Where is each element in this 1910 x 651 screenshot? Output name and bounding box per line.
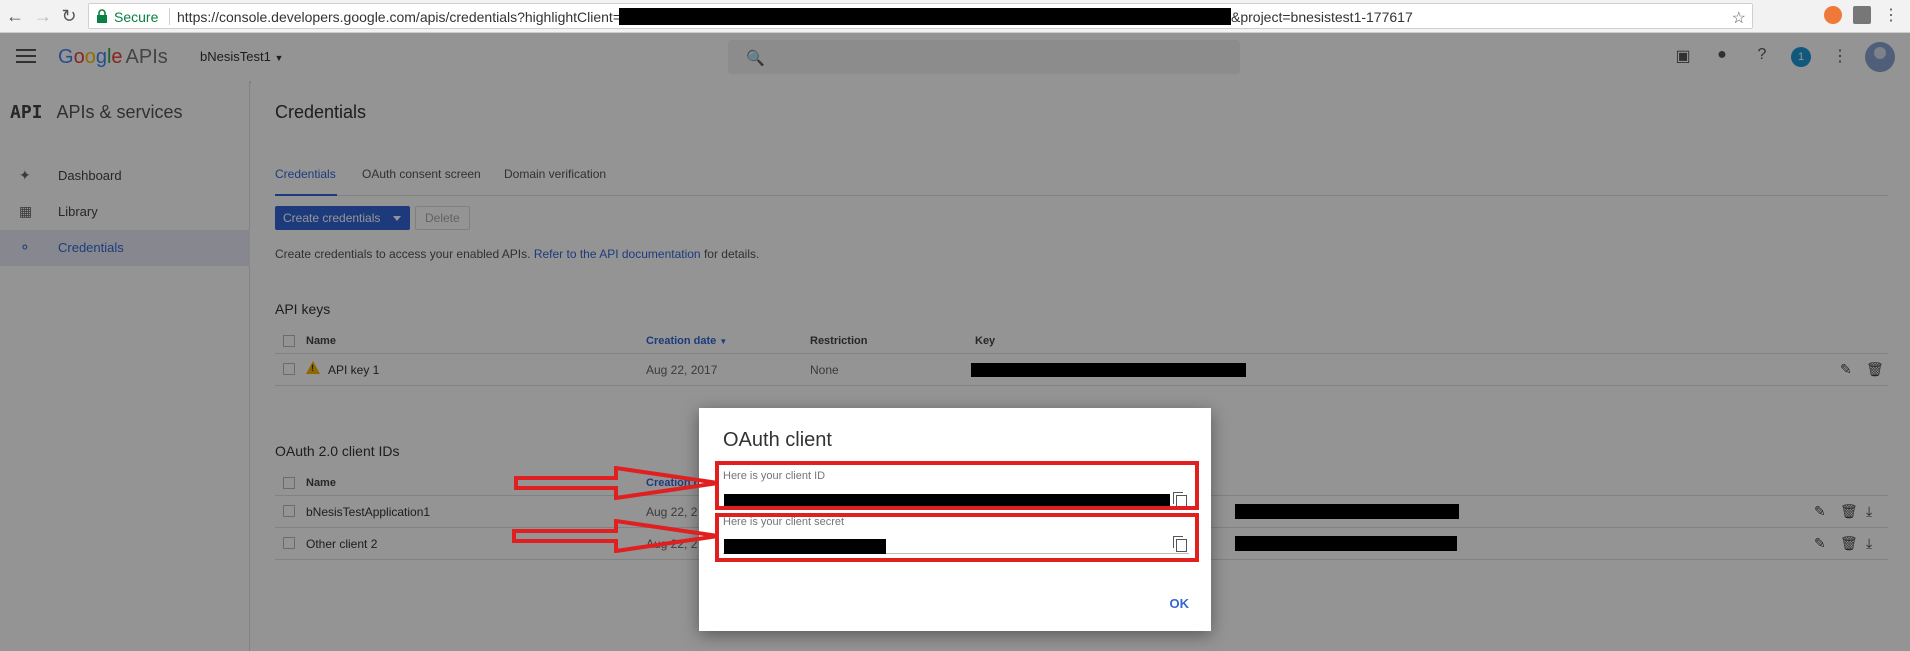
divider [169,8,170,25]
ok-button[interactable]: OK [1170,596,1190,611]
client-secret-highlight [715,513,1199,562]
arrow-icon [512,519,719,553]
extension-icon-2[interactable] [1853,6,1871,24]
secure-label: Secure [114,9,159,25]
url-text-suffix: &project=bnesistest1-177617 [1231,9,1413,25]
redacted-url-segment [619,8,1231,25]
lock-icon [97,9,107,23]
client-id-highlight [715,461,1199,510]
dialog-title: OAuth client [723,429,832,451]
back-icon[interactable]: ← [4,5,26,27]
arrow-icon [514,466,719,500]
reload-icon[interactable]: ↻ [58,5,80,27]
url-text: https://console.developers.google.com/ap… [177,9,621,25]
bookmark-star-icon[interactable]: ☆ [1732,8,1746,28]
extension-icon[interactable] [1824,6,1842,24]
forward-icon[interactable]: → [32,5,54,27]
browser-toolbar: ← → ↻ Secure https://console.developers.… [0,0,1910,33]
chrome-menu-icon[interactable]: ⋮ [1880,5,1902,27]
address-bar[interactable]: Secure https://console.developers.google… [88,3,1753,29]
